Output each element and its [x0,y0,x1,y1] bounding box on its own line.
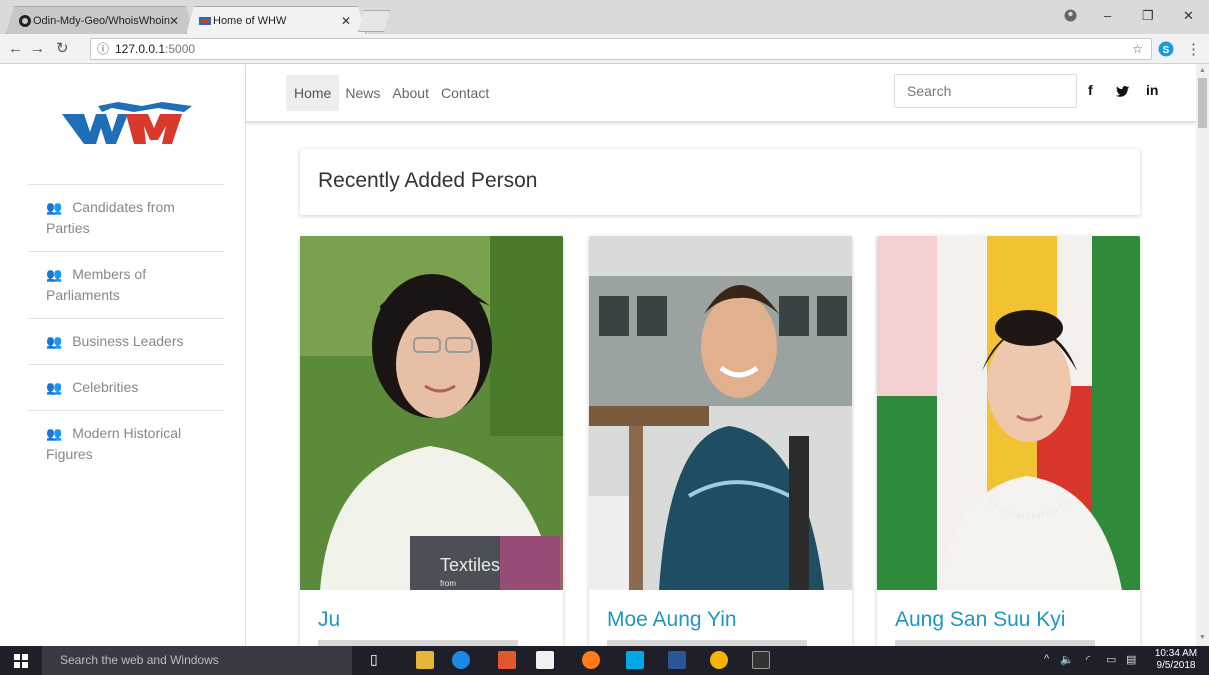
person-photo[interactable] [589,236,852,590]
sidebar-item-label: Business Leaders [72,333,184,349]
back-arrow-icon[interactable]: ← [8,40,23,57]
window-close-icon[interactable]: ✕ [1183,8,1194,24]
person-name[interactable]: Moe Aung Yin [607,608,737,632]
minimize-icon[interactable]: – [1104,8,1111,23]
task-view-icon[interactable]: ▯ [370,651,378,668]
sidebar-item-candidates[interactable]: 👥 Candidates from Parties [28,184,224,251]
profile-icon[interactable] [1064,9,1077,22]
person-photo[interactable]: Textiles from [300,236,563,590]
close-icon[interactable]: ✕ [341,14,351,28]
restore-icon[interactable]: ❐ [1142,8,1154,24]
page-scrollbar[interactable]: ▲ ▼ [1196,64,1209,646]
firefox-icon[interactable] [582,651,600,669]
users-icon: 👥 [46,426,63,441]
store-icon[interactable] [536,651,554,669]
xampp-icon[interactable] [498,651,516,669]
web-page: 👥 Candidates from Parties 👥 Members of Par… [0,64,1209,646]
person-card[interactable]: Moe Aung Yin [589,236,852,646]
scroll-up-icon[interactable]: ▲ [1199,67,1206,74]
svg-text:S: S [1163,45,1170,56]
person-card[interactable]: Aung San Suu Kyi [877,236,1140,646]
nav-about[interactable]: About [386,75,435,111]
browser-tab-bar: Odin-Mdy-Geo/WhoisWhoin ✕ Home of WHW ✕ … [0,0,1209,34]
nav-home[interactable]: Home [286,75,340,111]
reload-icon[interactable]: ↻ [56,39,69,57]
nav-menu: Home News About Contact [286,74,495,112]
volume-icon[interactable]: 🔈 [1060,653,1074,666]
scroll-down-icon[interactable]: ▼ [1199,634,1206,641]
sidebar-item-celebrities[interactable]: 👥 Celebrities [28,364,224,410]
facebook-icon[interactable]: f [1088,82,1093,98]
address-bar[interactable]: ⓘ 127.0.0.1:5000 ☆ [90,38,1152,60]
person-name[interactable]: Ju [318,608,340,632]
tray-chevron-icon[interactable]: ^ [1044,653,1049,665]
sidebar-item-historical[interactable]: 👥 Modern Historical Figures [28,410,224,477]
file-explorer-icon[interactable] [416,651,434,669]
section-heading-card: Recently Added Person [300,149,1140,215]
sidebar: 👥 Candidates from Parties 👥 Members of Par… [0,64,246,646]
windows-taskbar: Search the web and Windows ▯ ^ 🔈 ◜ ▭ ▤ 1… [0,646,1209,675]
taskbar-clock[interactable]: 10:34 AM 9/5/2018 [1148,648,1204,672]
chrome-icon[interactable] [710,651,728,669]
skype-icon[interactable] [626,651,644,669]
battery-icon[interactable]: ▭ [1106,653,1116,666]
category-list: 👥 Candidates from Parties 👥 Members of Par… [28,184,224,477]
notifications-icon[interactable]: ▤ [1126,653,1136,666]
clock-date: 9/5/2018 [1156,660,1196,671]
menu-kebab-icon[interactable]: ⋮ [1186,40,1201,58]
new-tab-button[interactable] [358,10,390,32]
word-icon[interactable] [668,651,686,669]
whw-logo[interactable] [62,96,192,146]
browser-toolbar: ← → ↻ ⓘ 127.0.0.1:5000 ☆ S ⋮ [0,34,1209,64]
close-icon[interactable]: ✕ [169,14,179,28]
sidebar-item-business[interactable]: 👥 Business Leaders [28,318,224,364]
users-icon: 👥 [46,334,63,349]
nav-contact[interactable]: Contact [435,75,495,111]
taskbar-search-input[interactable]: Search the web and Windows [42,646,352,675]
nav-news[interactable]: News [339,75,386,111]
sidebar-item-label: Modern Historical Figures [46,425,182,462]
top-navigation: Home News About Contact Search f in [246,64,1196,122]
edge-icon[interactable] [452,651,470,669]
forward-arrow-icon[interactable]: → [30,40,45,57]
person-card[interactable]: Textiles from Ju [300,236,563,646]
search-input[interactable]: Search [894,74,1077,108]
person-name[interactable]: Aung San Suu Kyi [895,608,1065,632]
bookmark-star-icon[interactable]: ☆ [1132,39,1143,59]
info-icon[interactable]: ⓘ [97,39,109,59]
site-favicon-icon [199,15,211,27]
book-title-text: Textiles [440,555,500,575]
start-button[interactable] [0,646,42,675]
linkedin-icon[interactable]: in [1146,82,1158,98]
users-icon: 👥 [46,267,63,282]
tab-title: Home of WHW [213,14,287,27]
person-photo[interactable] [877,236,1140,590]
wifi-icon[interactable]: ◜ [1086,653,1090,666]
tab-github[interactable]: Odin-Mdy-Geo/WhoisWhoin ✕ [6,6,194,34]
skype-extension-icon[interactable]: S [1158,41,1174,57]
windows-logo-icon [14,653,28,668]
url-host: 127.0.0.1 [115,42,166,56]
sidebar-item-parliament[interactable]: 👥 Members of Parliaments [28,251,224,318]
book-subtitle-text: from [440,579,456,588]
section-title: Recently Added Person [318,169,538,192]
sidebar-item-label: Candidates from Parties [46,199,175,236]
github-icon [19,15,31,27]
tab-home-of-whw[interactable]: Home of WHW ✕ [186,6,366,34]
clock-time: 10:34 AM [1154,648,1198,659]
tab-title: Odin-Mdy-Geo/WhoisWhoin [33,14,170,27]
twitter-icon[interactable] [1116,86,1129,97]
sidebar-item-label: Celebrities [72,379,139,395]
users-icon: 👥 [46,380,63,395]
terminal-icon[interactable] [752,651,770,669]
users-icon: 👥 [46,200,63,215]
scroll-thumb[interactable] [1198,78,1207,128]
url-port: :5000 [165,42,196,56]
